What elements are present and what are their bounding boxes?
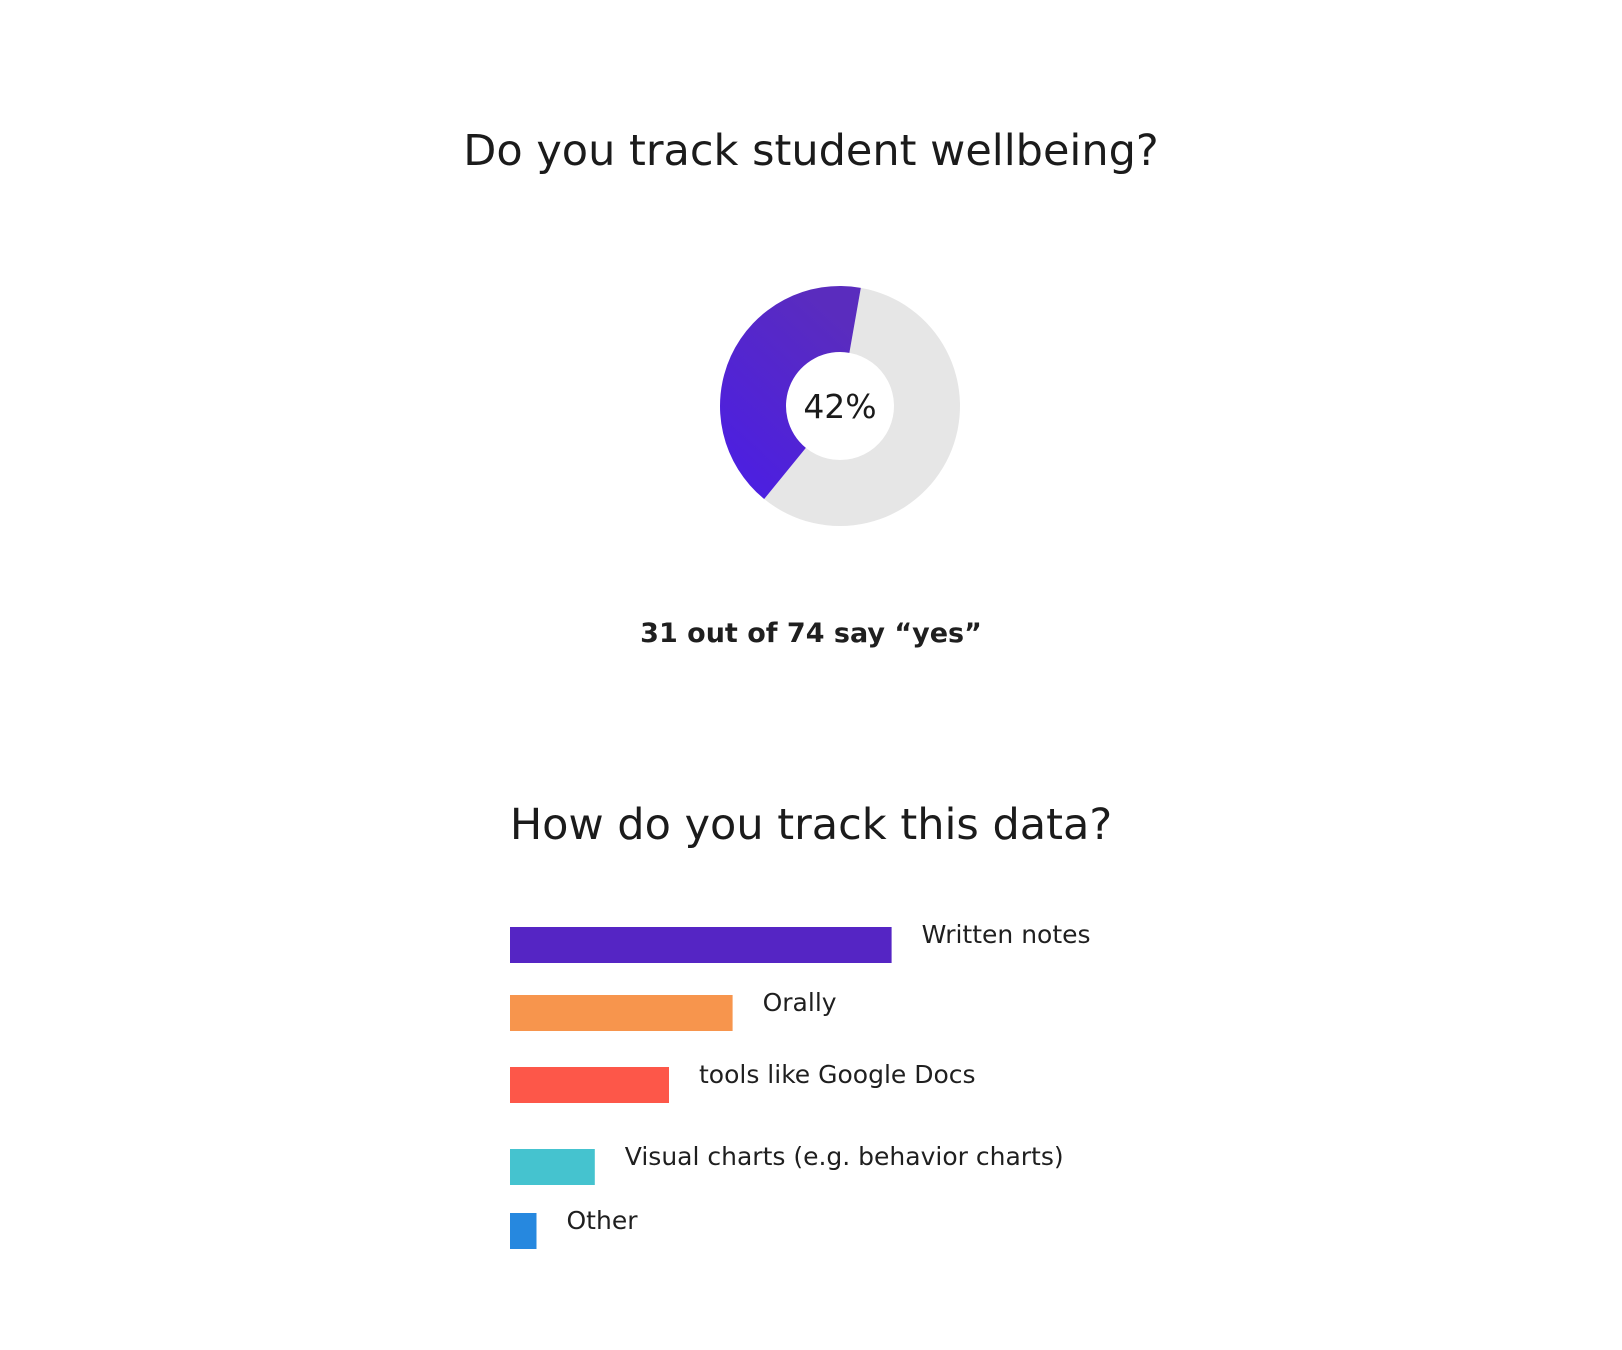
bar-label-2: Orally <box>763 988 837 1017</box>
bar-chart-title: How do you track this data? <box>509 800 1113 850</box>
donut-center-label: 42% <box>803 387 876 426</box>
chart-canvas: 42% Written notes Orally tools like Google… <box>510 286 1091 1249</box>
bar-5 <box>510 1213 537 1249</box>
bar-4 <box>510 1149 595 1185</box>
donut-chart-title: Do you track student wellbeing? <box>463 126 1159 176</box>
bar-label-4: Visual charts (e.g. behavior charts) <box>625 1142 1064 1171</box>
bar-2 <box>510 995 733 1031</box>
bar-label-5: Other <box>567 1206 639 1235</box>
donut-caption: 31 out of 74 say “yes” <box>640 618 982 649</box>
bar-label-3: tools like Google Docs <box>699 1060 976 1089</box>
donut-chart: 42% <box>720 286 960 527</box>
bar-chart: Written notes Orally tools like Google Doc… <box>510 920 1091 1249</box>
bar-label-1: Written notes <box>922 920 1091 949</box>
bar-1 <box>510 927 892 963</box>
bar-3 <box>510 1067 669 1103</box>
